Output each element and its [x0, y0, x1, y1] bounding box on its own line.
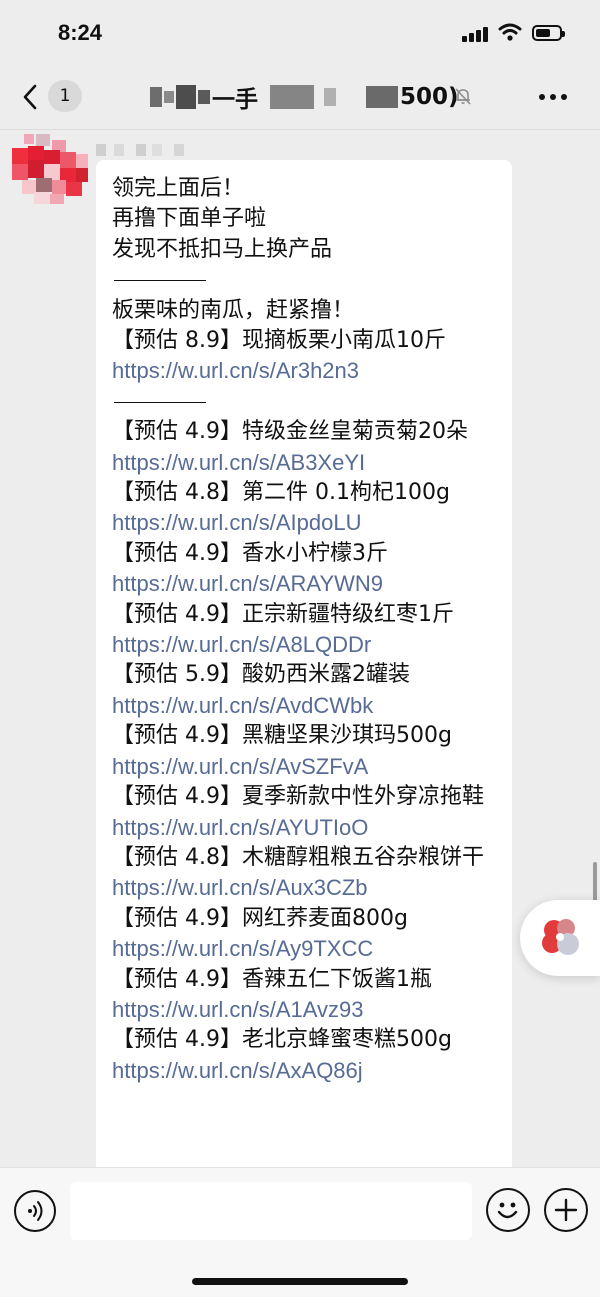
message-bubble[interactable]: 领完上面后！ 再撸下面单子啦 发现不抵扣马上换产品 板栗味的南瓜，赶紧撸！ 【预… [96, 160, 512, 1180]
voice-icon [28, 1201, 43, 1221]
emoji-icon [497, 1202, 518, 1219]
product-item: 【预估 4.9】网红荞麦面800g [112, 905, 408, 931]
product-item: 【预估 4.9】黑糖坚果沙琪玛500g [112, 723, 452, 749]
title-redaction [176, 85, 196, 109]
product-item: 【预估 4.9】香水小柠檬3斤 [112, 540, 388, 566]
voice-input-button[interactable] [14, 1190, 56, 1232]
back-chevron-icon [23, 84, 37, 110]
product-link[interactable]: https://w.url.cn/s/AxAQ86j [112, 1056, 498, 1086]
more-dots-icon [539, 94, 567, 100]
unread-count-badge: 1 [48, 80, 82, 112]
chat-input-bar [0, 1167, 600, 1297]
product-link[interactable]: https://w.url.cn/s/Aux3CZb [112, 873, 498, 903]
product-item: 【预估 4.9】特级金丝皇菊贡菊20朵 [112, 419, 468, 445]
separator-line [112, 265, 498, 295]
chat-title-text: 一手 [212, 87, 258, 113]
product-link[interactable]: https://w.url.cn/s/ARAYWN9 [112, 569, 498, 599]
title-redaction [270, 85, 315, 109]
product-link[interactable]: https://w.url.cn/s/Ay9TXCC [112, 934, 498, 964]
status-bar: 8:24 [0, 0, 600, 62]
product-item: 【预估 4.8】第二件 0.1枸杞100g [112, 480, 450, 506]
title-redaction [198, 90, 210, 104]
title-redaction [366, 86, 399, 108]
chat-title-count: 500) [400, 84, 459, 110]
wifi-icon [498, 23, 522, 41]
home-indicator[interactable] [192, 1278, 408, 1285]
product-link[interactable]: https://w.url.cn/s/A8LQDDr [112, 630, 498, 660]
product-link[interactable]: https://w.url.cn/s/AIpdoLU [112, 508, 498, 538]
product-item: 【预估 4.9】夏季新款中性外穿凉拖鞋 [112, 784, 484, 810]
product-item: 【预估 4.9】香辣五仁下饭酱1瓶 [112, 966, 432, 992]
message-line: 领完上面后！ [112, 176, 245, 201]
message-line: 发现不抵扣马上换产品 [112, 236, 333, 262]
product-link[interactable]: https://w.url.cn/s/A1Avz93 [112, 995, 498, 1025]
message-text: 领完上面后！ 再撸下面单子啦 发现不抵扣马上换产品 板栗味的南瓜，赶紧撸！ 【预… [112, 174, 498, 1086]
battery-icon [532, 25, 565, 41]
product-link[interactable]: https://w.url.cn/s/AB3XeYI [112, 448, 498, 478]
more-options-button[interactable] [538, 82, 568, 102]
emoji-button[interactable] [486, 1188, 530, 1232]
product-link[interactable]: https://w.url.cn/s/AvSZFvA [112, 752, 498, 782]
title-redaction [164, 91, 174, 103]
product-item: 【预估 4.9】老北京蜂蜜枣糕500g [112, 1027, 452, 1053]
product-item: 【预估 4.8】木糖醇粗粮五谷杂粮饼干 [112, 844, 484, 870]
chat-title: 一手 500) [150, 80, 459, 114]
product-item: 【预估 5.9】酸奶西米露2罐装 [112, 662, 410, 688]
flower-logo-icon [542, 919, 579, 955]
message-input[interactable] [70, 1182, 472, 1240]
chat-header: 1 一手 500) [0, 62, 600, 130]
mute-bell-icon [455, 88, 471, 105]
cellular-signal-icon [462, 26, 490, 42]
sender-avatar[interactable] [12, 132, 90, 206]
title-redaction [150, 87, 162, 107]
sender-name-redacted [96, 144, 196, 158]
product-link[interactable]: https://w.url.cn/s/AYUTIoO [112, 813, 498, 843]
status-time: 8:24 [58, 20, 103, 45]
message-line: 板栗味的南瓜，赶紧撸！ [112, 297, 355, 323]
product-link[interactable]: https://w.url.cn/s/AvdCWbk [112, 691, 498, 721]
product-item: 【预估 4.9】正宗新疆特级红枣1斤 [112, 601, 454, 627]
floating-assistant-button[interactable] [520, 900, 600, 976]
separator-line [112, 387, 498, 417]
more-functions-button[interactable] [544, 1188, 588, 1232]
back-button[interactable]: 1 [18, 76, 88, 116]
plus-icon [554, 1198, 578, 1222]
message-line: 再撸下面单子啦 [112, 206, 267, 232]
product-item: 【预估 8.9】现摘板栗小南瓜10斤 [112, 328, 446, 354]
title-redaction [324, 88, 337, 106]
product-link[interactable]: https://w.url.cn/s/Ar3h2n3 [112, 356, 498, 386]
